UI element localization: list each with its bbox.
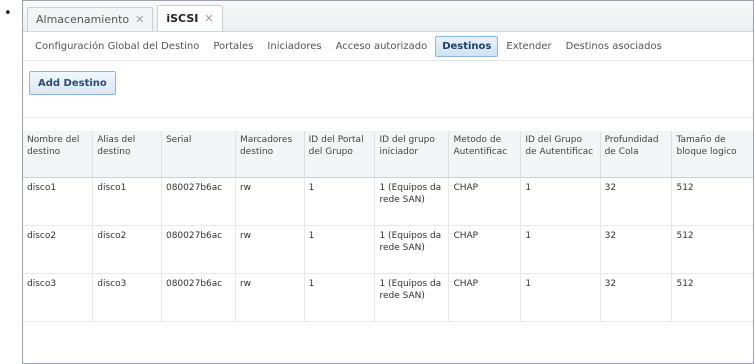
table-cell: disco1 — [92, 177, 162, 226]
add-destino-button[interactable]: Add Destino — [29, 71, 116, 95]
table-header-row: Nombre del destino Alias del destino Ser… — [23, 131, 753, 178]
table-cell: disco2 — [92, 225, 162, 274]
column-header[interactable]: Serial — [161, 131, 236, 178]
toolbar: Add Destino — [23, 61, 753, 118]
table-cell: 32 — [600, 225, 673, 274]
table-cell: disco2 — [23, 225, 94, 274]
table-cell: 32 — [600, 273, 673, 322]
table-cell: 080027b6ac — [161, 177, 236, 226]
table-cell: 1 — [520, 225, 601, 274]
table-cell: 1 — [520, 273, 601, 322]
table-cell: 080027b6ac — [161, 273, 236, 322]
subnav-destinos[interactable]: Destinos — [435, 35, 499, 57]
column-header[interactable]: ID del Portal del Grupo — [304, 131, 376, 178]
iscsi-subnav: Configuración Global del Destino Portale… — [23, 32, 753, 61]
table-cell: 512 — [671, 177, 753, 226]
close-icon[interactable]: ✕ — [135, 13, 144, 26]
table-cell: 080027b6ac — [161, 225, 236, 274]
table-row[interactable]: disco3 disco3 080027b6ac rw 1 1 (Equipos… — [23, 273, 753, 322]
tab-iscsi[interactable]: iSCSI ✕ — [157, 5, 223, 31]
table-cell: disco3 — [92, 273, 162, 322]
table-cell: CHAP — [448, 273, 522, 322]
column-header[interactable]: Alias del destino — [92, 131, 162, 178]
table-cell: CHAP — [448, 177, 522, 226]
column-header[interactable]: Tamaño de bloque logico — [671, 131, 753, 178]
table-cell: 1 (Equipos da rede SAN) — [374, 273, 450, 322]
subnav-configuracion-global[interactable]: Configuración Global del Destino — [29, 37, 205, 56]
column-header[interactable]: Nombre del destino — [23, 131, 94, 178]
table-cell: 512 — [671, 225, 753, 274]
table-cell: 1 — [304, 177, 376, 226]
tab-almacenamiento[interactable]: Almacenamiento ✕ — [27, 7, 154, 31]
table-row[interactable]: disco1 disco1 080027b6ac rw 1 1 (Equipos… — [23, 177, 753, 226]
subnav-destinos-asociados[interactable]: Destinos asociados — [560, 37, 668, 56]
column-header[interactable]: Profundidad de Cola — [600, 131, 673, 178]
tab-label: iSCSI — [166, 12, 199, 25]
table-cell: 512 — [671, 273, 753, 322]
table-cell: disco1 — [23, 177, 94, 226]
table-cell: disco3 — [23, 273, 94, 322]
column-header[interactable]: Marcadores destino — [235, 131, 305, 178]
close-icon[interactable]: ✕ — [204, 12, 213, 25]
column-header[interactable]: ID del grupo iniciador — [374, 131, 450, 178]
table-cell: 1 (Equipos da rede SAN) — [374, 177, 450, 226]
column-header[interactable]: ID del Grupo de Autentificac — [520, 131, 601, 178]
subnav-acceso-autorizado[interactable]: Acceso autorizado — [330, 37, 434, 56]
app-window: Almacenamiento ✕ iSCSI ✕ Configuración G… — [22, 0, 754, 364]
tab-bar: Almacenamiento ✕ iSCSI ✕ — [23, 1, 753, 32]
table-cell: rw — [235, 177, 305, 226]
subnav-iniciadores[interactable]: Iniciadores — [261, 37, 327, 56]
table-cell: CHAP — [448, 225, 522, 274]
table-cell: 1 — [304, 225, 376, 274]
column-header[interactable]: Metodo de Autentificac — [448, 131, 522, 178]
subnav-portales[interactable]: Portales — [207, 37, 259, 56]
table-cell: rw — [235, 225, 305, 274]
subnav-extender[interactable]: Extender — [500, 37, 557, 56]
table-row[interactable]: disco2 disco2 080027b6ac rw 1 1 (Equipos… — [23, 225, 753, 274]
destinos-table: Nombre del destino Alias del destino Ser… — [23, 131, 753, 322]
table-cell: rw — [235, 273, 305, 322]
table-cell: 1 — [304, 273, 376, 322]
tab-label: Almacenamiento — [36, 13, 130, 26]
table-cell: 1 — [520, 177, 601, 226]
table-cell: 32 — [600, 177, 673, 226]
list-bullet: • — [4, 6, 12, 21]
table-cell: 1 (Equipos da rede SAN) — [374, 225, 450, 274]
